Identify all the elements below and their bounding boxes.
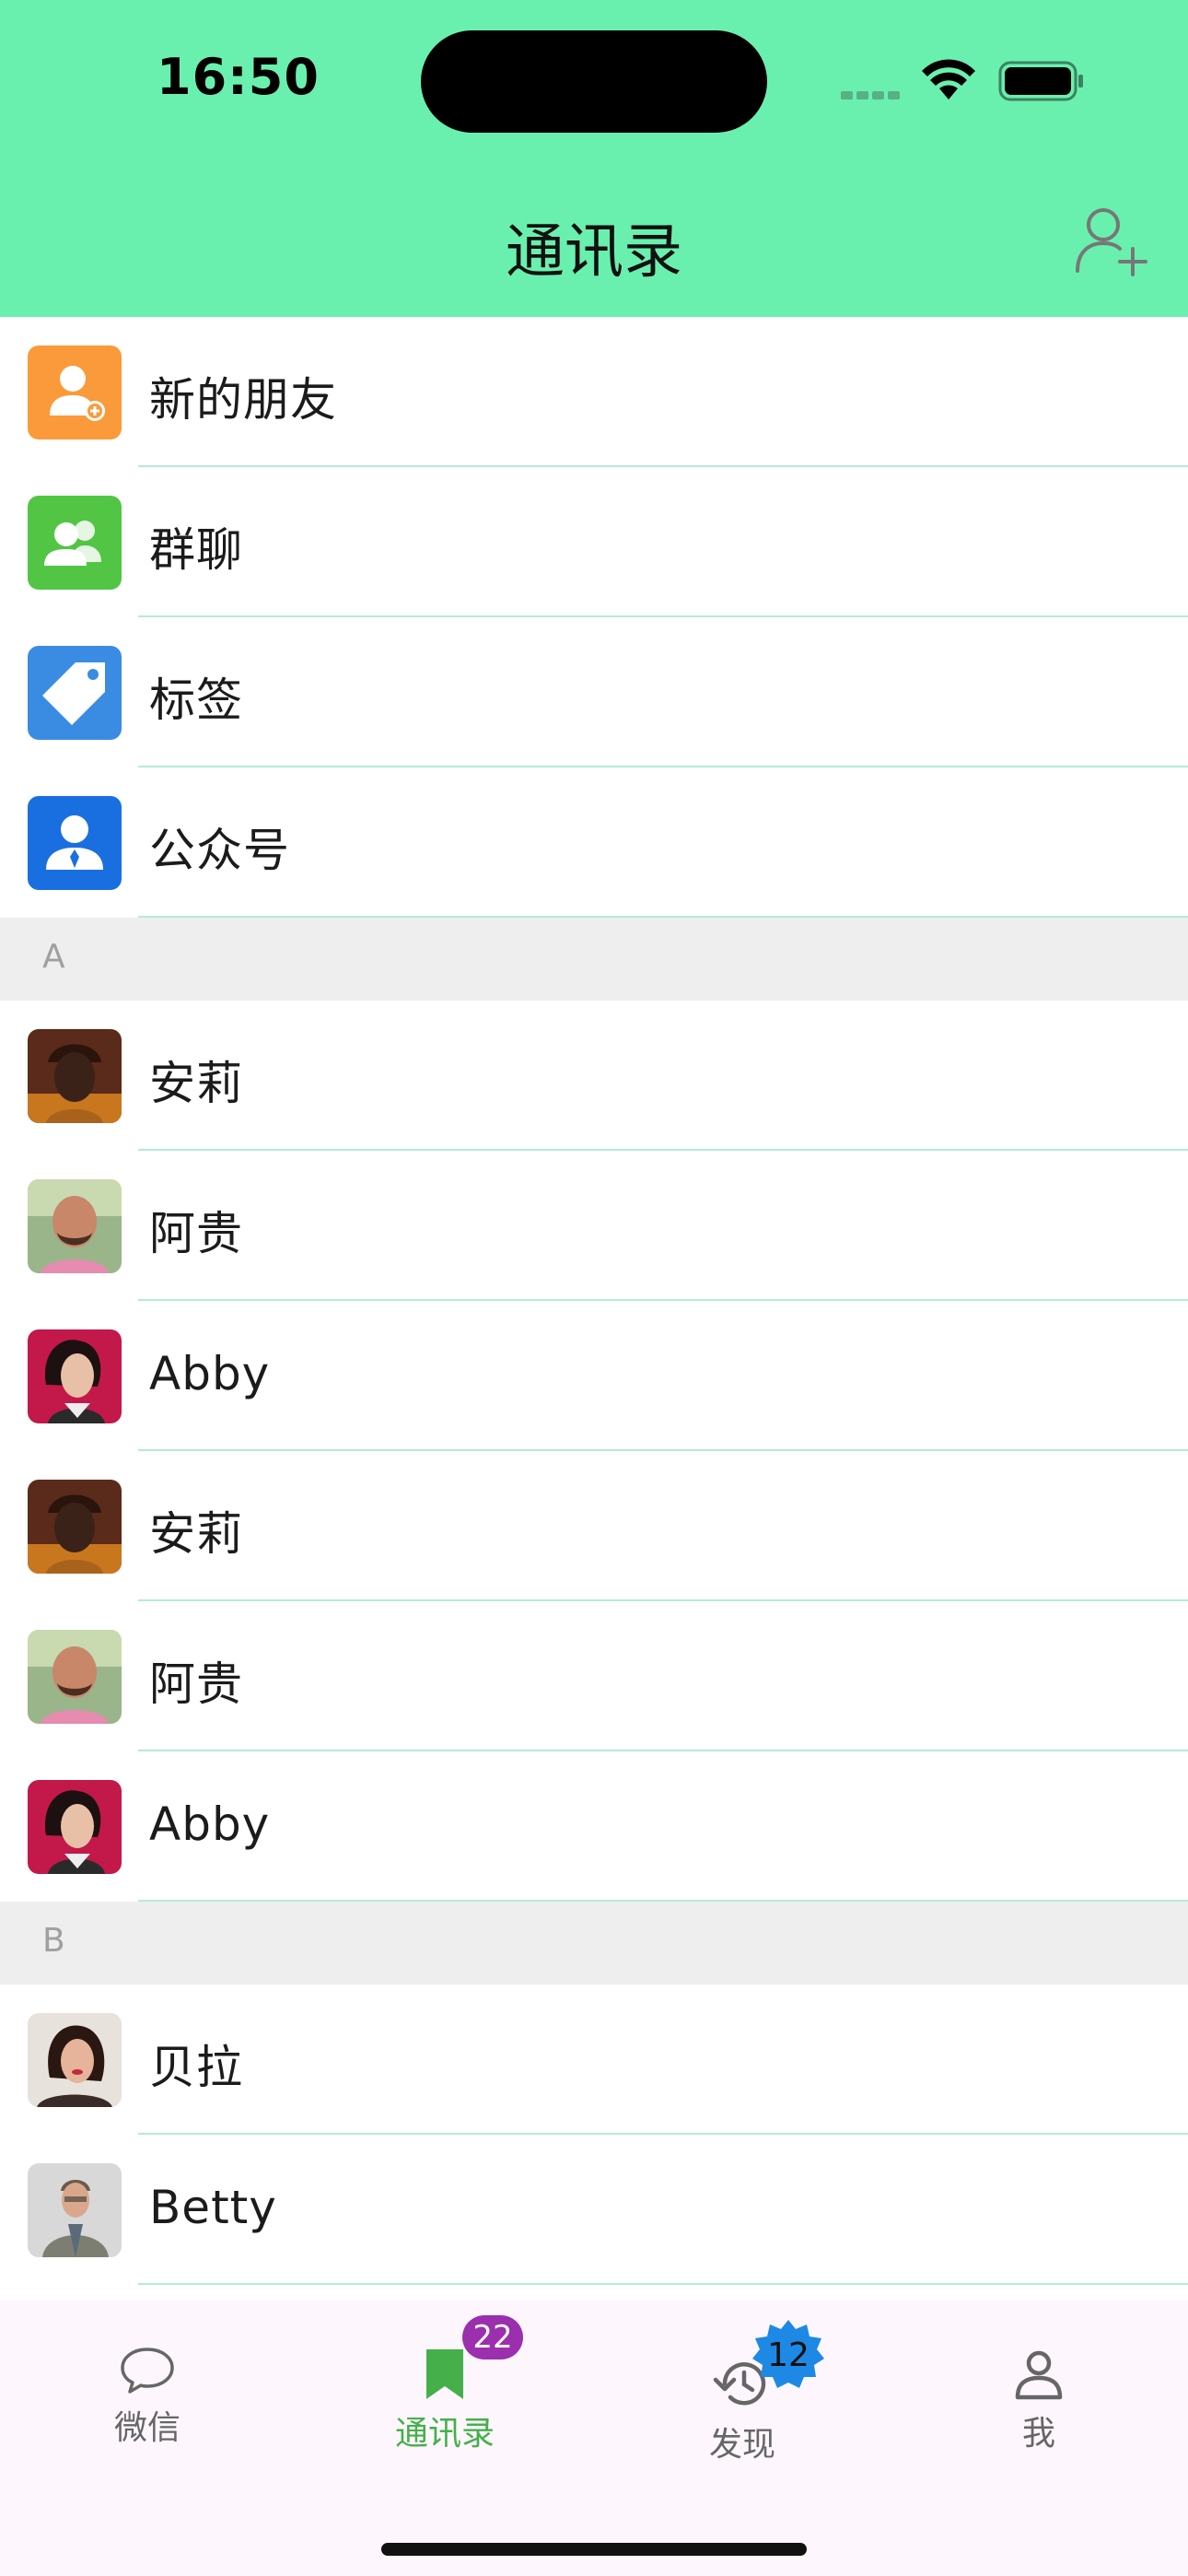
contact-row[interactable]: Abby	[0, 1751, 1188, 1902]
contact-row[interactable]: 阿贵	[0, 1151, 1188, 1301]
contact-row[interactable]: 安莉	[0, 1001, 1188, 1151]
status-time: 16:50	[157, 48, 320, 106]
contact-row[interactable]: 安莉	[0, 1451, 1188, 1601]
section-header-b: B	[0, 1902, 1188, 1985]
divider	[138, 2283, 1188, 2285]
official-account-icon	[28, 796, 122, 890]
section-letter: A	[42, 938, 65, 976]
contact-row[interactable]: Abby	[0, 1301, 1188, 1451]
home-indicator[interactable]	[381, 2543, 807, 2556]
contacts-badge: 22	[462, 2315, 523, 2359]
dynamic-island	[421, 30, 767, 133]
new-friend-icon	[28, 345, 122, 439]
tab-label: 我	[1021, 2415, 1055, 2453]
tags-row[interactable]: 标签	[0, 617, 1188, 767]
contact-name: Abby	[149, 1347, 271, 1400]
page-title: 通讯录	[506, 218, 682, 287]
contact-avatar	[28, 1029, 122, 1123]
contact-row[interactable]: 阿贵	[0, 1601, 1188, 1751]
contact-avatar	[28, 2163, 122, 2257]
cellular-signal-icon	[841, 86, 903, 103]
official-accounts-row[interactable]: 公众号	[0, 767, 1188, 918]
new-friends-row[interactable]: 新的朋友	[0, 317, 1188, 467]
row-label: 群聊	[149, 523, 243, 577]
contacts-list: 新的朋友 群聊 标签 公众号 A 安莉 阿贵 Abby 安莉 阿贵 Abby B…	[0, 317, 1188, 2285]
contact-avatar	[28, 2013, 122, 2107]
discover-badge: 12	[751, 2318, 825, 2392]
contact-name: 安莉	[149, 1507, 243, 1561]
row-label: 新的朋友	[149, 373, 337, 427]
tab-label: 发现	[708, 2426, 775, 2464]
group-chat-icon	[28, 496, 122, 590]
contact-name: 阿贵	[149, 1657, 243, 1711]
contact-name: 阿贵	[149, 1207, 243, 1260]
contact-name: 贝拉	[149, 2041, 243, 2094]
person-icon	[1015, 2350, 1063, 2400]
contact-name: 安莉	[149, 1057, 243, 1110]
row-label: 公众号	[149, 824, 290, 877]
contact-avatar	[28, 1780, 122, 1874]
group-chats-row[interactable]: 群聊	[0, 467, 1188, 617]
contact-row[interactable]: 贝拉	[0, 1985, 1188, 2135]
contact-name: Betty	[149, 2181, 277, 2234]
tag-icon	[28, 646, 122, 740]
contact-row[interactable]: Betty	[0, 2135, 1188, 2285]
tab-me[interactable]: 我	[928, 2349, 1149, 2454]
contact-name: Abby	[149, 1797, 271, 1851]
battery-icon	[998, 61, 1083, 101]
tab-label: 通讯录	[394, 2415, 495, 2453]
contact-avatar	[28, 1179, 122, 1273]
tab-wechat[interactable]: 微信	[37, 2346, 258, 2449]
person-add-icon[interactable]	[1074, 205, 1151, 276]
contact-avatar	[28, 1480, 122, 1574]
tab-bar: 微信 通讯录 22 发现 12 我	[0, 2300, 1188, 2576]
section-letter: B	[42, 1922, 65, 1960]
chat-bubble-icon	[121, 2348, 174, 2394]
nav-header: 16:50 通讯录	[0, 0, 1188, 317]
wifi-icon	[922, 59, 975, 100]
row-label: 标签	[149, 673, 243, 727]
section-header-a: A	[0, 918, 1188, 1001]
contact-avatar	[28, 1630, 122, 1724]
bookmark-icon	[426, 2349, 463, 2399]
badge-count: 12	[767, 2336, 809, 2374]
contact-avatar	[28, 1329, 122, 1423]
tab-contacts[interactable]: 通讯录	[334, 2346, 555, 2454]
tab-label: 微信	[113, 2409, 181, 2447]
